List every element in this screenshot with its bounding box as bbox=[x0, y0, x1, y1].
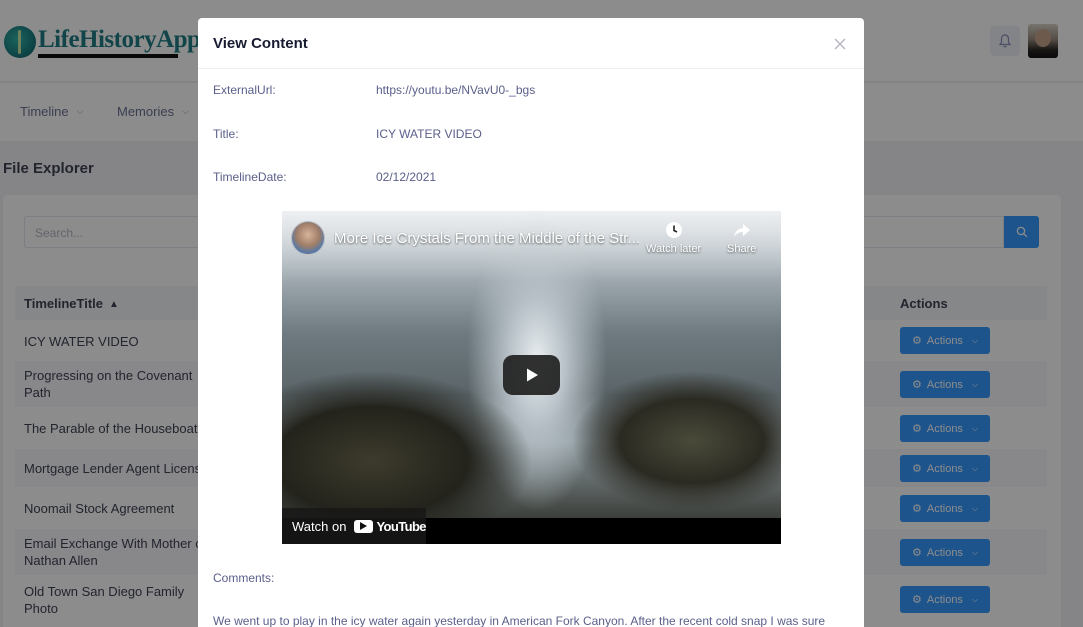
view-content-modal: View Content ExternalUrl: https://youtu.… bbox=[198, 18, 864, 627]
external-url-label: ExternalUrl: bbox=[213, 83, 276, 97]
modal-title: View Content bbox=[213, 35, 308, 52]
close-icon bbox=[834, 38, 846, 50]
youtube-logo: YouTube bbox=[354, 518, 427, 534]
title-value: ICY WATER VIDEO bbox=[376, 127, 482, 141]
watch-on-youtube-link[interactable]: Watch on YouTube bbox=[282, 508, 427, 544]
share-label: Share bbox=[727, 243, 757, 255]
timeline-date-label: TimelineDate: bbox=[213, 170, 287, 184]
comments-text: We went up to play in the icy water agai… bbox=[213, 614, 826, 627]
play-icon bbox=[526, 368, 538, 382]
share-button[interactable]: Share bbox=[727, 221, 756, 255]
close-button[interactable] bbox=[830, 34, 850, 54]
watch-later-button[interactable]: Watch later bbox=[646, 221, 701, 255]
channel-avatar[interactable] bbox=[291, 221, 325, 255]
timeline-date-value: 02/12/2021 bbox=[376, 170, 437, 184]
watch-later-label: Watch later bbox=[646, 243, 702, 255]
title-label: Title: bbox=[213, 127, 239, 141]
play-button[interactable] bbox=[503, 355, 560, 395]
youtube-play-icon bbox=[354, 519, 374, 533]
external-url-value[interactable]: https://youtu.be/NVavU0-_bgs bbox=[376, 83, 535, 97]
comments-label: Comments: bbox=[213, 571, 275, 585]
video-title[interactable]: More Ice Crystals From the Middle of the… bbox=[334, 230, 639, 247]
youtube-video-embed[interactable]: More Ice Crystals From the Middle of the… bbox=[282, 211, 781, 544]
clock-icon bbox=[665, 222, 682, 238]
modal-header: View Content bbox=[198, 18, 864, 69]
share-icon bbox=[733, 224, 750, 237]
youtube-logo-text: YouTube bbox=[376, 518, 426, 534]
watch-on-label: Watch on bbox=[292, 518, 347, 534]
